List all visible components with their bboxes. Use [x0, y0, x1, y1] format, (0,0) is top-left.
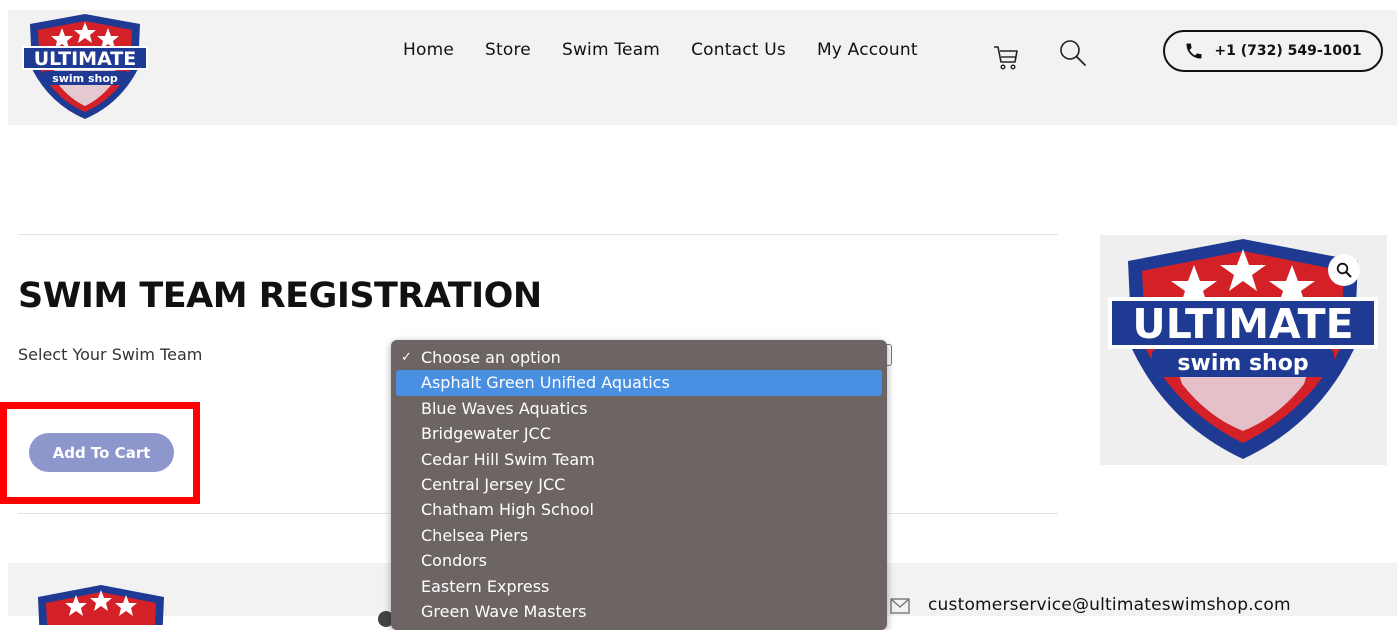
main-nav: Home Store Swim Team Contact Us My Accou… — [403, 40, 949, 64]
product-logo-text-top: ULTIMATE — [1132, 300, 1353, 348]
phone-button[interactable]: +1 (732) 549-1001 — [1163, 30, 1383, 72]
mail-icon — [890, 598, 910, 614]
option-blue-waves[interactable]: Blue Waves Aquatics — [396, 396, 882, 421]
option-chelsea-piers[interactable]: Chelsea Piers — [396, 523, 882, 548]
check-icon: ✓ — [401, 350, 412, 365]
logo-text-bottom: swim shop — [52, 72, 118, 85]
option-condors[interactable]: Condors — [396, 548, 882, 573]
option-eastern-express[interactable]: Eastern Express — [396, 574, 882, 599]
cart-icon[interactable] — [993, 44, 1019, 72]
product-logo-text-bottom: swim shop — [1177, 351, 1308, 376]
option-cedar-hill[interactable]: Cedar Hill Swim Team — [396, 447, 882, 472]
option-green-wave-masters[interactable]: Green Wave Masters — [396, 599, 882, 624]
option-chatham-high[interactable]: Chatham High School — [396, 497, 882, 522]
swim-team-dropdown: ✓ Choose an option Asphalt Green Unified … — [391, 340, 887, 630]
nav-swim-team[interactable]: Swim Team — [562, 40, 660, 64]
option-asphalt-green[interactable]: Asphalt Green Unified Aquatics — [396, 370, 882, 396]
divider-top — [18, 234, 1058, 235]
nav-home[interactable]: Home — [403, 40, 454, 64]
logo-text-top: ULTIMATE — [34, 48, 137, 70]
nav-my-account[interactable]: My Account — [817, 40, 918, 64]
page-title: SWIM TEAM REGISTRATION — [18, 276, 542, 316]
add-to-cart-button[interactable]: Add To Cart — [29, 433, 174, 472]
zoom-icon — [1336, 262, 1352, 278]
zoom-button[interactable] — [1328, 254, 1360, 286]
nav-store[interactable]: Store — [485, 40, 531, 64]
option-bridgewater-jcc[interactable]: Bridgewater JCC — [396, 421, 882, 446]
search-icon[interactable] — [1058, 38, 1088, 68]
footer-logo[interactable] — [26, 585, 176, 625]
phone-icon — [1186, 43, 1202, 59]
site-logo[interactable]: ULTIMATE swim shop — [20, 14, 150, 122]
swim-team-label: Select Your Swim Team — [18, 345, 203, 364]
nav-contact-us[interactable]: Contact Us — [691, 40, 786, 64]
option-central-jersey-jcc[interactable]: Central Jersey JCC — [396, 472, 882, 497]
phone-number: +1 (732) 549-1001 — [1214, 43, 1362, 59]
option-choose[interactable]: ✓ Choose an option — [396, 345, 882, 370]
site-header: ULTIMATE swim shop Home Store Swim Team … — [8, 10, 1397, 125]
footer-email[interactable]: customerservice@ultimateswimshop.com — [928, 595, 1291, 615]
